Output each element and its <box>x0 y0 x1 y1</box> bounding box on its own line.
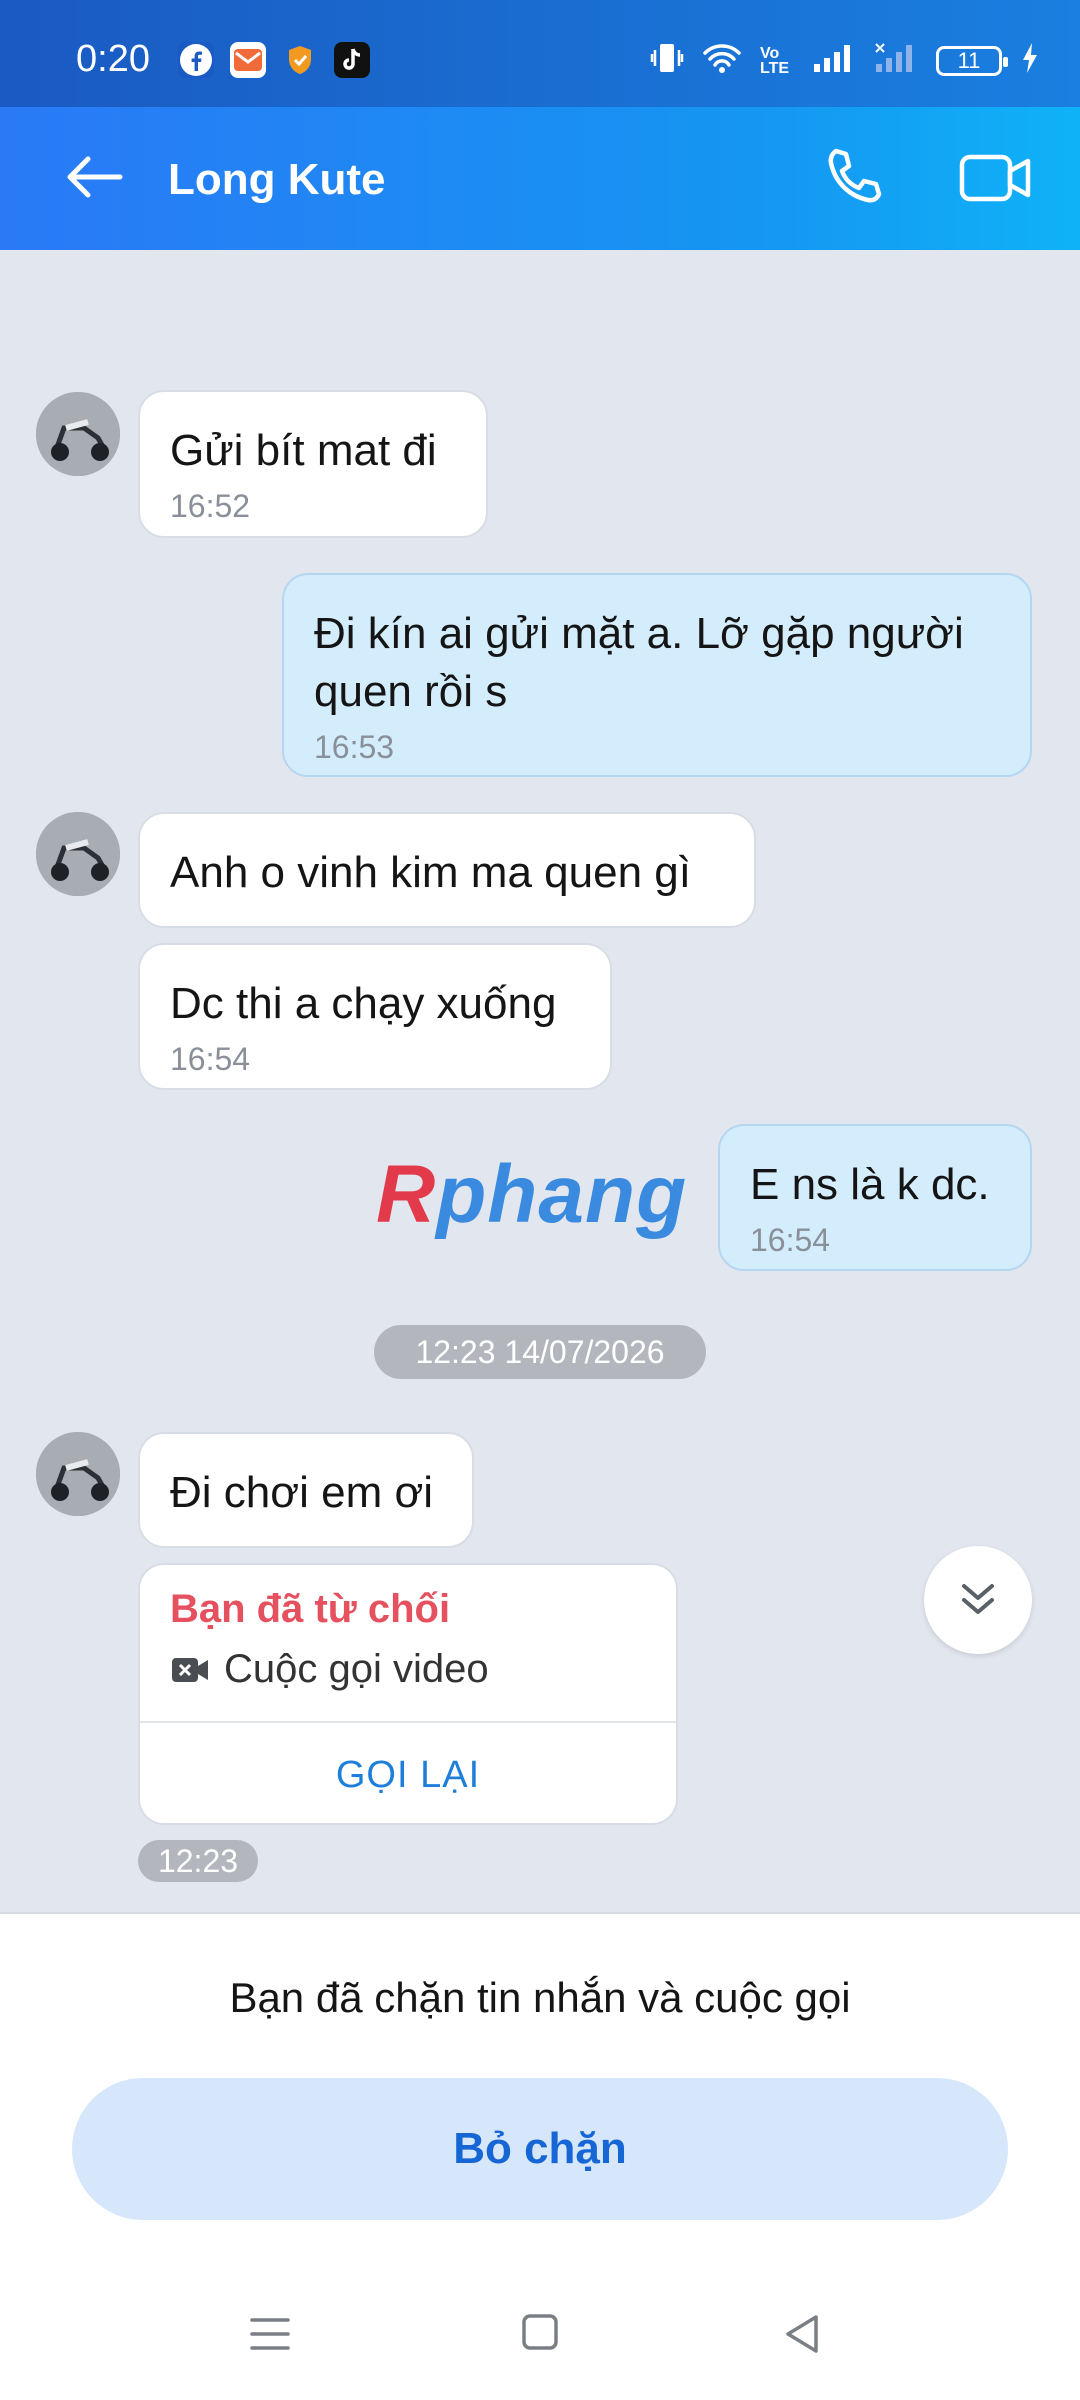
scroll-to-bottom-button[interactable] <box>924 1546 1032 1654</box>
watermark-letter: R <box>376 1149 437 1240</box>
battery-level: 11 <box>957 47 981 73</box>
contact-avatar[interactable] <box>36 1432 120 1516</box>
signal-icon <box>812 42 856 79</box>
message-bubble-incoming[interactable]: Anh o vinh kim ma quen gì <box>138 812 756 928</box>
square-icon <box>522 2314 558 2350</box>
back-button[interactable] <box>60 147 130 207</box>
call-time: 12:23 <box>138 1840 258 1882</box>
charging-icon <box>1020 41 1040 80</box>
video-call-missed-icon <box>172 1657 208 1682</box>
volte-label: Vo LTE <box>760 44 790 77</box>
contact-avatar[interactable] <box>36 392 120 476</box>
contact-avatar[interactable] <box>36 812 120 896</box>
message-bubble-incoming[interactable]: Đi chơi em ơi <box>138 1432 474 1548</box>
scooter-photo <box>36 392 120 476</box>
system-back-button[interactable] <box>782 2312 822 2361</box>
message-text: Đi kín ai gửi mặt a. Lỡ gặp người quen r… <box>314 609 964 716</box>
message-time: 16:54 <box>170 1041 251 1077</box>
arrow-left-icon <box>67 156 123 198</box>
mail-app-icon <box>230 42 266 78</box>
call-status: Bạn đã từ chối <box>170 1587 451 1631</box>
blocked-message: Bạn đã chặn tin nhắn và cuộc gọi <box>229 1974 851 2021</box>
date-separator: 12:23 14/07/2026 <box>374 1325 706 1379</box>
message-bubble-outgoing[interactable]: Đi kín ai gửi mặt a. Lỡ gặp người quen r… <box>282 573 1032 777</box>
menu-icon <box>250 2318 290 2350</box>
tiktok-icon <box>334 42 370 78</box>
message-bubble-incoming[interactable]: Gửi bít mat đi 16:52 <box>138 390 488 538</box>
wifi-icon <box>702 42 742 79</box>
status-time: 0:20 <box>76 38 150 80</box>
message-text: Đi chơi em ơi <box>170 1468 434 1517</box>
unblock-button[interactable]: Bỏ chặn <box>72 2078 1008 2220</box>
status-app-icons <box>178 42 370 78</box>
message-text: E ns là k dc. <box>750 1160 990 1209</box>
facebook-icon <box>178 42 214 78</box>
call-type-row: Cuộc gọi video <box>170 1647 489 1692</box>
message-bubble-incoming[interactable]: Dc thi a chạy xuống 16:54 <box>138 943 612 1090</box>
message-text: Dc thi a chạy xuống <box>170 979 557 1028</box>
battery-indicator: 11 <box>936 45 1008 76</box>
contact-name[interactable]: Long Kute <box>168 155 386 205</box>
recents-button[interactable] <box>248 2312 292 2361</box>
double-chevron-down-icon <box>962 1584 994 1614</box>
scooter-photo <box>36 1432 120 1516</box>
system-nav-bar <box>0 2290 1080 2380</box>
shield-app-icon <box>282 42 318 78</box>
scooter-photo <box>36 812 120 896</box>
call-type: Cuộc gọi video <box>224 1647 489 1691</box>
call-log-card: Bạn đã từ chối Cuộc gọi video GỌI LẠI <box>138 1563 678 1825</box>
message-time: 16:54 <box>750 1222 831 1258</box>
voice-call-button[interactable] <box>818 143 888 213</box>
chat-header: Long Kute <box>0 107 1080 250</box>
phone-icon <box>828 148 882 203</box>
video-camera-icon <box>959 154 1031 202</box>
message-time: 16:52 <box>170 488 251 524</box>
home-button[interactable] <box>520 2312 560 2357</box>
message-time: 16:53 <box>314 729 395 765</box>
triangle-back-icon <box>786 2315 818 2353</box>
video-call-button[interactable] <box>956 143 1036 213</box>
vibrate-icon <box>650 40 684 81</box>
message-text: Gửi bít mat đi <box>170 426 437 475</box>
message-text: Anh o vinh kim ma quen gì <box>170 848 691 897</box>
call-back-button[interactable]: GỌI LẠI <box>140 1723 676 1823</box>
signal-2-icon <box>874 42 918 79</box>
status-indicators: Vo LTE 11 <box>650 40 1040 81</box>
watermark-logo: Rphang <box>376 1148 687 1242</box>
message-bubble-outgoing[interactable]: E ns là k dc. 16:54 <box>718 1124 1032 1271</box>
status-bar: 0:20 Vo LTE 11 <box>0 0 1080 107</box>
watermark-text: phang <box>436 1149 688 1240</box>
